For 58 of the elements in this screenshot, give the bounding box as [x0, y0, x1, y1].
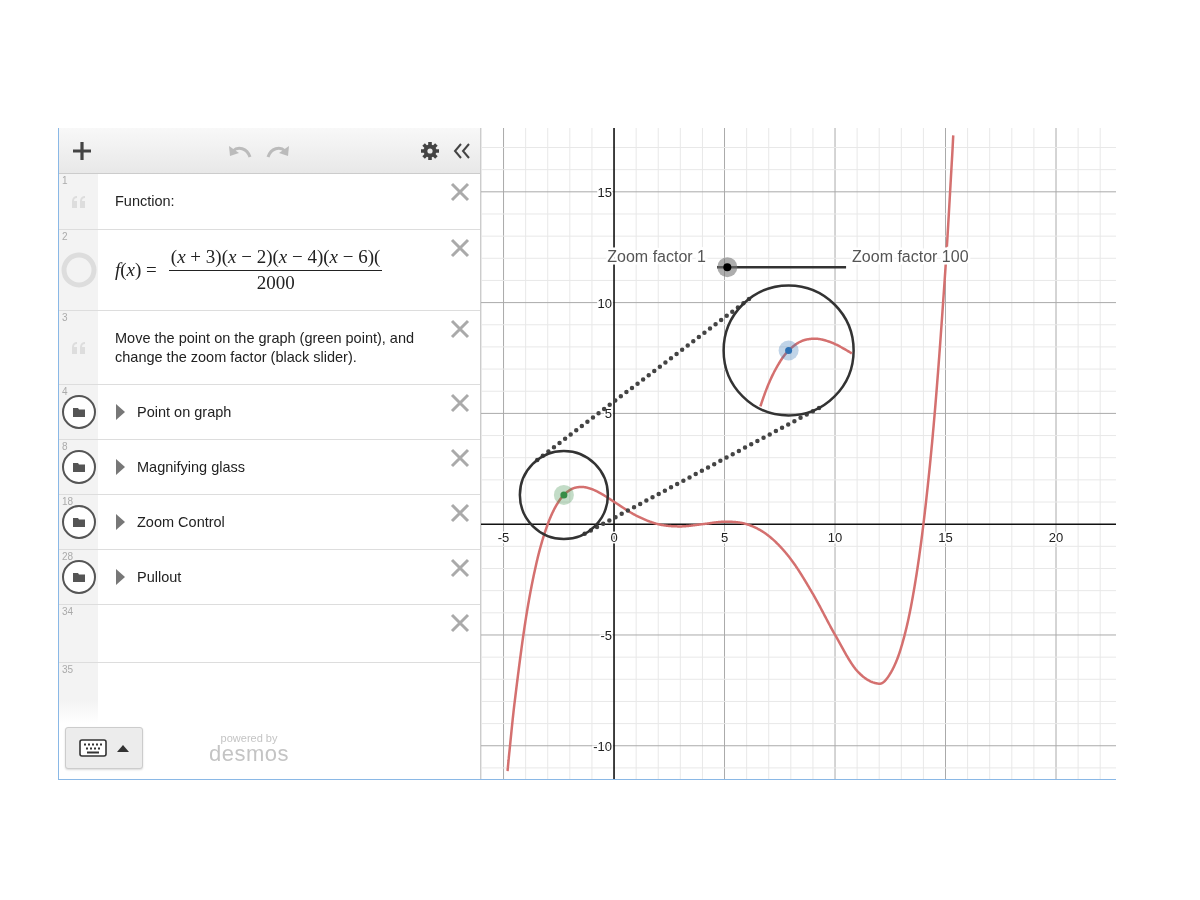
close-icon — [450, 393, 470, 413]
close-icon — [450, 448, 470, 468]
keyboard-icon — [79, 739, 107, 757]
axis-tick-label: -5 — [497, 530, 510, 546]
line-number: 8 — [62, 441, 68, 452]
close-icon — [450, 319, 470, 339]
axis-tick-label: 20 — [1048, 530, 1064, 546]
axis-tick-label: -10 — [593, 738, 613, 754]
folder-title: Point on graph — [137, 404, 232, 420]
fraction-denominator: 2000 — [256, 271, 295, 294]
slider-thumb[interactable] — [717, 257, 738, 278]
axis-tick-label: 10 — [597, 295, 613, 311]
close-button[interactable] — [450, 393, 470, 413]
folder-title: Pullout — [137, 569, 182, 585]
fraction-numerator: (x + 3)(x − 2)(x − 4)(x − 6)( — [168, 246, 383, 271]
caret-right-icon[interactable] — [115, 569, 125, 585]
line-number: 2 — [62, 231, 68, 242]
close-icon — [450, 558, 470, 578]
caret-right-icon[interactable] — [115, 514, 125, 530]
note-text: Move the point on the graph (green point), and change the zoom factor (black slider). — [115, 328, 416, 367]
close-button[interactable] — [450, 319, 470, 339]
visibility-toggle-icon[interactable] — [60, 252, 97, 288]
folder-title: Magnifying glass — [137, 459, 245, 475]
axis-tick-label: 5 — [720, 530, 729, 546]
line-number: 35 — [62, 664, 74, 675]
settings-icon — [420, 140, 440, 161]
close-icon — [450, 613, 470, 633]
axis-tick-label: 5 — [604, 406, 613, 422]
line-number: 28 — [62, 551, 74, 562]
close-button[interactable] — [450, 503, 470, 523]
close-icon — [450, 238, 470, 258]
plus-icon — [71, 139, 93, 162]
line-number: 3 — [62, 312, 68, 323]
axis-tick-label: -5 — [600, 627, 613, 643]
close-button[interactable] — [450, 182, 470, 202]
line-number: 34 — [62, 606, 74, 617]
brand-logo: desmos — [209, 743, 290, 764]
line-number: 1 — [62, 175, 68, 186]
close-icon — [450, 503, 470, 523]
line-number: 18 — [62, 496, 74, 507]
graph-point[interactable] — [553, 484, 574, 505]
center-point — [778, 340, 799, 361]
close-icon — [450, 182, 470, 202]
close-button[interactable] — [450, 613, 470, 633]
note-text: Function: — [115, 192, 175, 211]
keypad-button[interactable] — [65, 727, 143, 769]
math-text: f(x) = — [115, 259, 157, 281]
caret-up-icon — [117, 744, 129, 752]
close-button[interactable] — [450, 448, 470, 468]
axis-tick-label: 15 — [938, 530, 953, 546]
folder-title: Zoom Control — [137, 514, 225, 530]
close-button[interactable] — [450, 558, 470, 578]
axis-tick-label: 10 — [827, 530, 843, 546]
axis-tick-label: 15 — [597, 184, 613, 200]
caret-right-icon[interactable] — [115, 459, 125, 475]
close-button[interactable] — [450, 238, 470, 258]
caret-right-icon[interactable] — [115, 404, 125, 420]
line-number: 4 — [62, 386, 68, 397]
